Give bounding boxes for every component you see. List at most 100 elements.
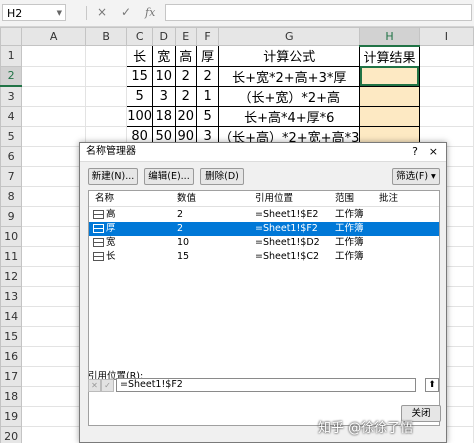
cell[interactable] (21, 45, 86, 67)
help-icon[interactable]: ? (412, 143, 418, 161)
defined-name-icon (93, 210, 104, 219)
row-header[interactable]: 9 (0, 205, 23, 227)
cell[interactable]: 长+高*4+厚*6 (218, 105, 361, 127)
cell[interactable]: 18 (152, 105, 176, 127)
cell[interactable]: 计算结果 (359, 45, 420, 67)
cell[interactable]: 2 (174, 65, 198, 87)
cell[interactable]: 10 (152, 65, 176, 87)
row-header[interactable]: 11 (0, 245, 23, 267)
cell[interactable]: 长+宽*2+高+3*厚 (218, 65, 361, 87)
active-cell[interactable] (359, 65, 420, 87)
column-header-row: A B C D E F G H I (0, 27, 474, 47)
cell[interactable] (418, 65, 474, 87)
defined-name-icon (93, 224, 104, 233)
cell[interactable]: 3 (152, 85, 176, 107)
cell[interactable] (21, 65, 86, 87)
cell[interactable] (84, 65, 128, 87)
cell[interactable] (21, 125, 86, 147)
column-header[interactable]: H (359, 27, 420, 47)
list-item[interactable]: 高 2 =Sheet1!$E2 工作簿 (89, 208, 439, 222)
cell[interactable]: 厚 (196, 45, 220, 67)
dialog-title: 名称管理器 (86, 146, 136, 157)
column-header[interactable]: A (21, 27, 86, 46)
cell[interactable] (418, 45, 474, 67)
row-header[interactable]: 14 (0, 305, 23, 327)
cell[interactable]: 计算公式 (218, 45, 361, 67)
column-header[interactable]: C (126, 27, 154, 46)
cell[interactable]: 20 (174, 105, 198, 127)
column-header-comment[interactable]: 批注 (379, 191, 398, 206)
column-header-scope[interactable]: 范围 (335, 191, 354, 206)
cell[interactable] (359, 105, 420, 127)
collapse-dialog-icon[interactable]: ⬆ (425, 378, 439, 392)
refers-to-input[interactable]: =Sheet1!$F2 (116, 378, 416, 392)
cell[interactable] (84, 85, 128, 107)
row-header[interactable]: 10 (0, 225, 23, 247)
row-header[interactable]: 6 (0, 145, 23, 167)
filter-button[interactable]: 筛选(F) ▾ (392, 168, 440, 185)
row-header[interactable]: 13 (0, 285, 23, 307)
cell[interactable]: 1 (196, 85, 220, 107)
cell[interactable] (359, 85, 420, 107)
row-header[interactable]: 7 (0, 165, 23, 187)
formula-input[interactable] (165, 4, 472, 21)
cell[interactable] (418, 105, 474, 127)
name-box-dropdown-icon[interactable]: ▼ (57, 5, 62, 22)
row-header[interactable]: 16 (0, 345, 23, 367)
column-header[interactable]: D (152, 27, 176, 46)
cell[interactable]: （长+宽）*2+高 (218, 85, 361, 107)
dialog-title-bar[interactable]: 名称管理器 ? × (80, 143, 446, 162)
row-header[interactable]: 4 (0, 105, 23, 127)
column-header-refers-to[interactable]: 引用位置 (255, 191, 293, 206)
cell[interactable] (84, 105, 128, 127)
column-header[interactable]: F (196, 27, 220, 46)
cell[interactable]: 高 (174, 45, 198, 67)
list-item-selected[interactable]: 厚 2 =Sheet1!$F2 工作簿 (89, 222, 439, 236)
enter-icon[interactable]: ✓ (121, 4, 131, 21)
cell[interactable] (418, 85, 474, 107)
select-all-corner[interactable] (0, 27, 23, 46)
row-header[interactable]: 18 (0, 385, 23, 407)
row-header[interactable]: 15 (0, 325, 23, 347)
cell[interactable]: 2 (174, 85, 198, 107)
insert-function-icon[interactable]: fx (145, 4, 155, 21)
cell[interactable]: 宽 (152, 45, 176, 67)
cell[interactable]: 长 (126, 45, 154, 67)
row-header[interactable]: 8 (0, 185, 23, 207)
list-item-name: 高 (106, 209, 116, 220)
name-box[interactable]: H2 ▼ (2, 4, 66, 21)
delete-button[interactable]: 删除(D) (200, 168, 244, 185)
list-item-value: 10 (177, 237, 190, 248)
column-header[interactable]: I (418, 27, 474, 46)
cell[interactable] (21, 85, 86, 107)
cell[interactable] (84, 45, 128, 67)
row-header[interactable]: 5 (0, 125, 23, 147)
row-header[interactable]: 19 (0, 405, 23, 427)
cell[interactable]: 5 (196, 105, 220, 127)
cell[interactable]: 5 (126, 85, 154, 107)
cell[interactable]: 100 (126, 105, 154, 127)
cancel-icon[interactable]: × (97, 4, 107, 21)
column-header[interactable]: B (84, 27, 128, 46)
cell[interactable]: 2 (196, 65, 220, 87)
close-icon[interactable]: × (429, 143, 438, 161)
list-item[interactable]: 长 15 =Sheet1!$C2 工作簿 (89, 250, 439, 264)
confirm-edit-icon[interactable]: ✓ (101, 379, 114, 392)
row-header[interactable]: 2 (0, 65, 23, 87)
column-header[interactable]: E (174, 27, 198, 46)
row-header[interactable]: 3 (0, 85, 23, 107)
cell[interactable] (21, 105, 86, 127)
row-header[interactable]: 17 (0, 365, 23, 387)
edit-button[interactable]: 编辑(E)... (144, 168, 194, 185)
row-header[interactable]: 20 (0, 425, 23, 443)
column-header-name[interactable]: 名称 (95, 191, 114, 206)
cancel-edit-icon[interactable]: ✕ (88, 379, 101, 392)
new-button[interactable]: 新建(N)... (88, 168, 138, 185)
column-header[interactable]: G (218, 27, 361, 46)
column-header-value[interactable]: 数值 (177, 191, 196, 206)
row-header[interactable]: 1 (0, 45, 23, 67)
row-header[interactable]: 12 (0, 265, 23, 287)
list-item[interactable]: 宽 10 =Sheet1!$D2 工作簿 (89, 236, 439, 250)
list-item-scope: 工作簿 (335, 237, 364, 248)
cell[interactable]: 15 (126, 65, 154, 87)
